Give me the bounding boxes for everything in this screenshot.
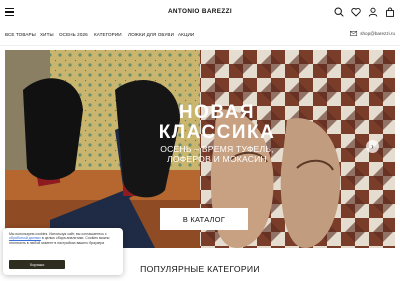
mail-icon — [350, 31, 358, 36]
nav-item-shoehorns[interactable]: ЛОЖКИ ДЛЯ ОБУВИ — [128, 32, 174, 37]
nav-item-hits[interactable]: ХИТЫ — [40, 32, 54, 37]
nav-item-sales[interactable]: АКЦИИ — [178, 32, 194, 37]
main-nav: ВСЕ ТОВАРЫ ХИТЫ ОСЕНЬ 2026 КАТЕГОРИИ ЛОЖ… — [0, 26, 400, 46]
heart-icon[interactable] — [351, 7, 361, 17]
user-icon[interactable] — [368, 7, 378, 17]
next-slide-arrow-icon[interactable]: › — [366, 140, 379, 153]
search-icon[interactable] — [334, 7, 344, 17]
bag-icon[interactable] — [385, 7, 395, 17]
email-text: shop@barezzi.ru — [360, 31, 395, 36]
catalog-button[interactable]: В КАТАЛОГ — [160, 208, 248, 230]
email-link[interactable]: shop@barezzi.ru — [350, 31, 395, 36]
nav-item-categories[interactable]: КАТЕГОРИИ — [94, 32, 122, 37]
nav-item-all-products[interactable]: ВСЕ ТОВАРЫ — [5, 32, 36, 37]
hero-subtitle-line2: ЛОФЕРОВ И МОКАСИН — [167, 154, 267, 164]
section-title: ПОПУЛЯРНЫЕ КАТЕГОРИИ — [140, 264, 260, 274]
header: ANTONIO BAREZZI — [0, 0, 400, 26]
hero-subtitle-line1: ОСЕНЬ – ВРЕМЯ ТУФЕЛЬ, — [160, 144, 274, 154]
hero-title-line2: КЛАССИКА — [158, 122, 276, 143]
hero-banner[interactable]: НОВАЯ КЛАССИКА ОСЕНЬ – ВРЕМЯ ТУФЕЛЬ, ЛОФ… — [5, 50, 395, 248]
hero-title-line1: НОВАЯ — [178, 102, 256, 123]
cookie-text: Мы используем cookies. Используя сайт, в… — [9, 232, 110, 245]
nav-item-autumn[interactable]: ОСЕНЬ 2026 — [59, 32, 88, 37]
